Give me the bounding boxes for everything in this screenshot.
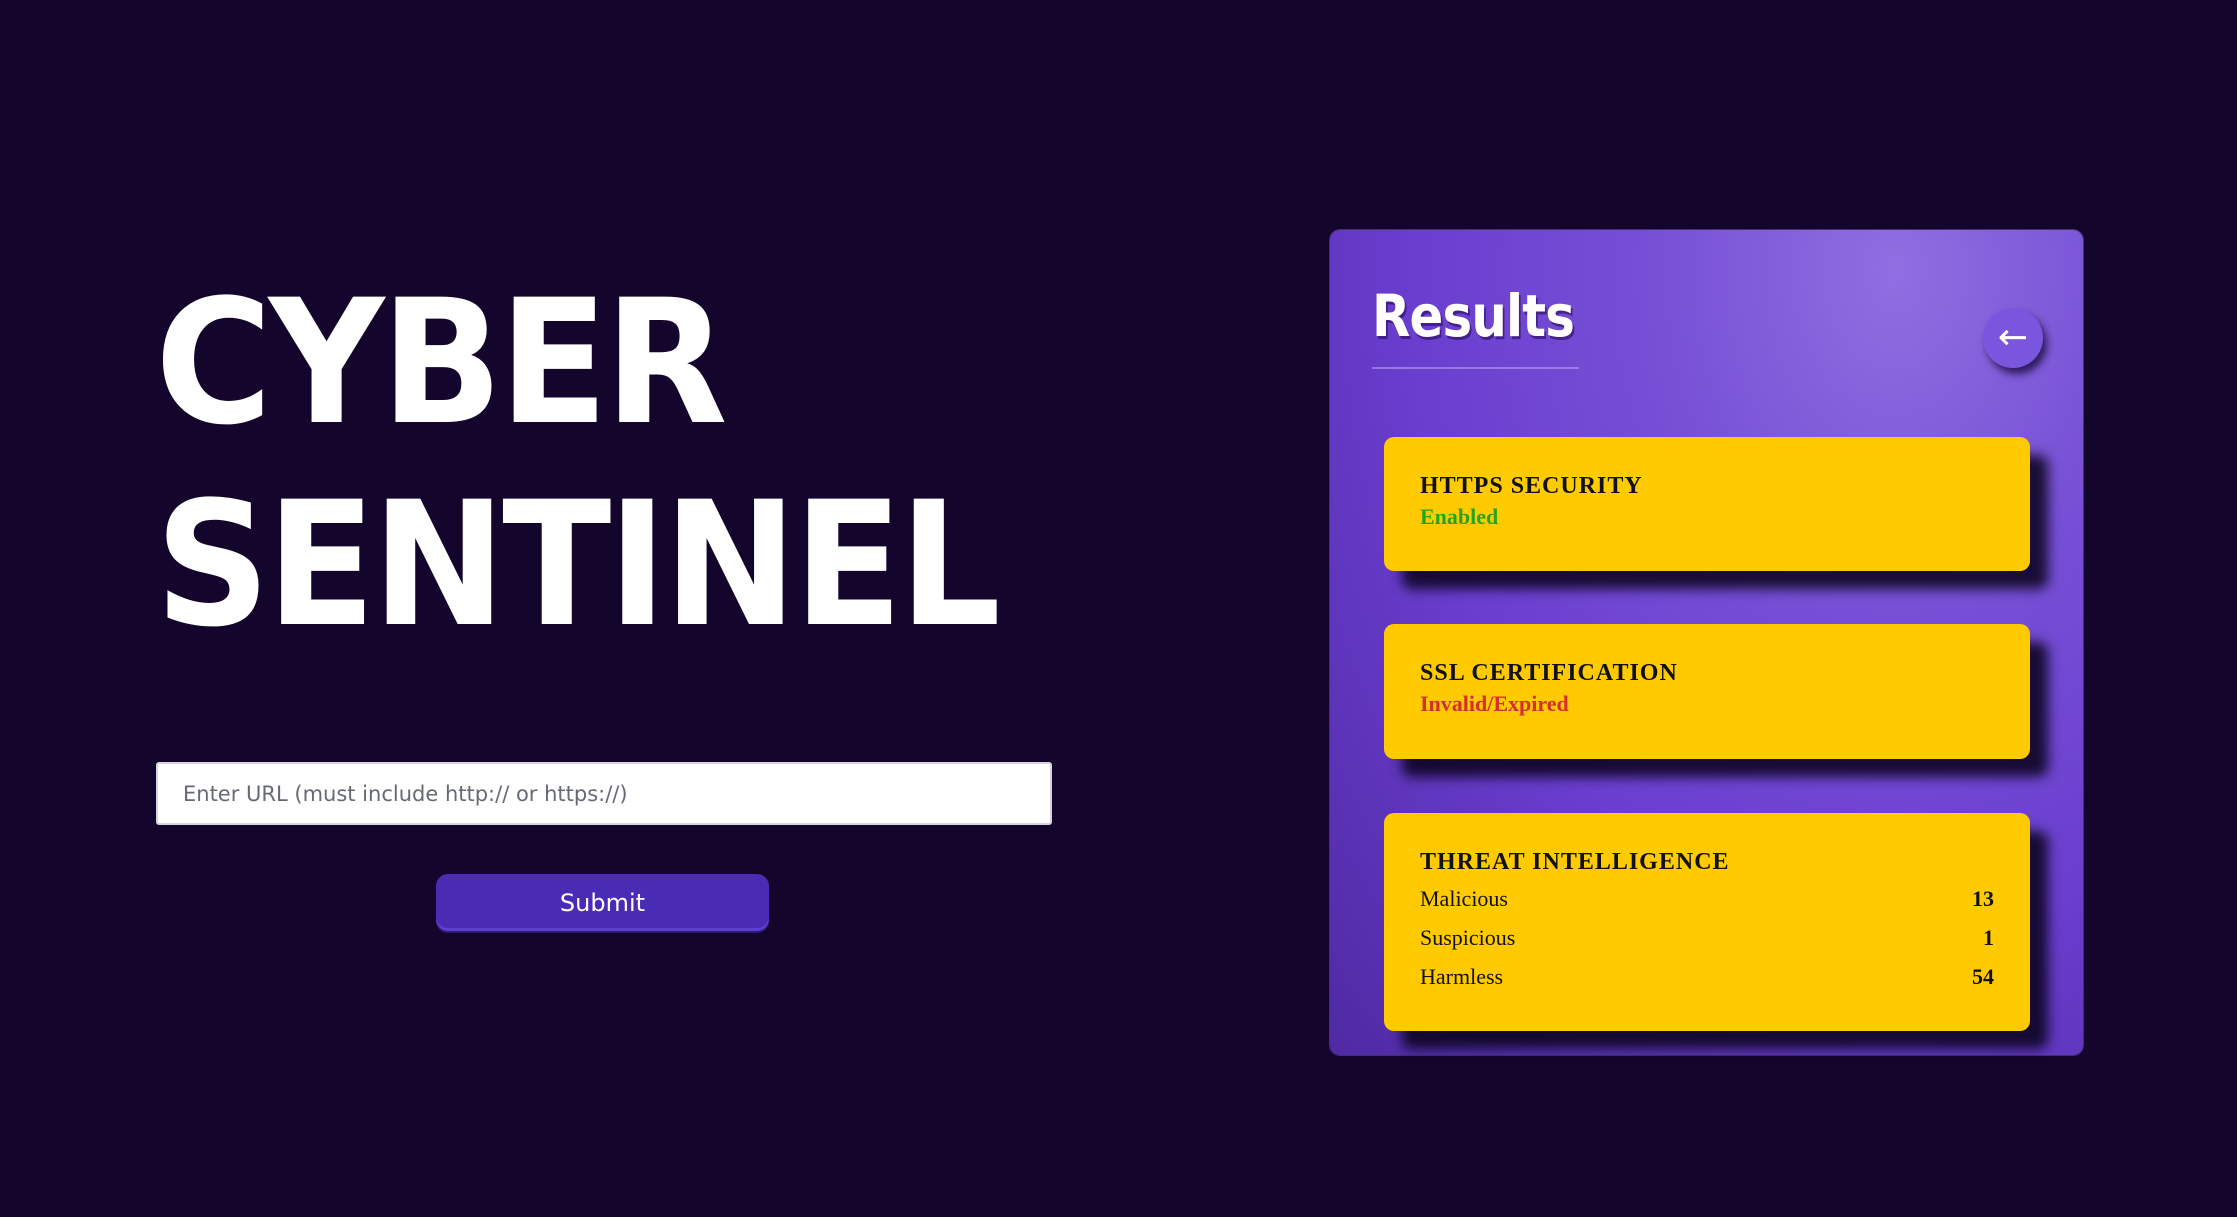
- stat-value: 1: [1983, 925, 1994, 950]
- card-title: SSL CERTIFICATION: [1420, 660, 1678, 686]
- stat-row-malicious: Malicious 13: [1420, 879, 1994, 918]
- https-security-card: HTTPS SECURITY Enabled: [1384, 437, 2030, 571]
- stat-value: 13: [1972, 886, 1994, 911]
- app-title: CYBER SENTINEL: [155, 262, 1001, 666]
- card-title: THREAT INTELLIGENCE: [1420, 849, 1730, 875]
- results-title: Results: [1372, 282, 1575, 350]
- stat-value: 54: [1972, 964, 1994, 989]
- card-title: HTTPS SECURITY: [1420, 473, 1643, 499]
- status-value: Invalid/Expired: [1420, 691, 1569, 716]
- stat-row-suspicious: Suspicious 1: [1420, 918, 1994, 957]
- threat-intelligence-card: THREAT INTELLIGENCE Malicious 13 Suspici…: [1384, 813, 2030, 1031]
- stat-label: Malicious: [1420, 886, 1508, 911]
- results-title-underline: [1372, 367, 1579, 369]
- submit-button[interactable]: Submit: [436, 874, 769, 931]
- stat-label: Suspicious: [1420, 925, 1516, 950]
- back-arrow-icon[interactable]: ←: [1983, 308, 2043, 368]
- ssl-certification-card: SSL CERTIFICATION Invalid/Expired: [1384, 624, 2030, 759]
- results-panel: Results ← HTTPS SECURITY Enabled SSL CER…: [1330, 230, 2083, 1055]
- stat-label: Harmless: [1420, 964, 1504, 989]
- url-input[interactable]: [156, 762, 1052, 825]
- app-title-line-2: SENTINEL: [155, 464, 1001, 665]
- status-value: Enabled: [1420, 504, 1499, 529]
- stat-row-harmless: Harmless 54: [1420, 957, 1994, 996]
- app-title-line-1: CYBER: [155, 262, 728, 463]
